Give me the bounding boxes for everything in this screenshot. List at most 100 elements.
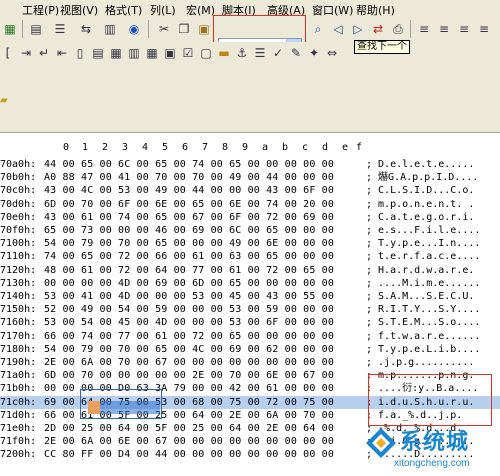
hex-row[interactable]: 70a0h: 44 00 65 00 6C 00 65 00 74 00 65 0…: [0, 158, 500, 171]
row-ascii[interactable]: ; ....M.i.m.e......: [366, 277, 500, 290]
hex-row[interactable]: 70c0h: 43 00 4C 00 53 00 49 00 44 00 00 0…: [0, 184, 500, 197]
excel-icon[interactable]: ▦: [2, 21, 18, 37]
justify-icon[interactable]: ≡: [476, 21, 492, 37]
row-ascii[interactable]: ; f.t.w.a.r.e......: [366, 330, 500, 343]
compare-icon[interactable]: ⇔: [324, 45, 340, 61]
indent-icon[interactable]: ⇥: [18, 45, 34, 61]
menu-macro[interactable]: 宏(M): [186, 2, 215, 18]
row-bytes[interactable]: 2D 00 25 00 64 00 5F 00 25 00 64 00 2E 0…: [44, 422, 364, 435]
menu-help[interactable]: 帮助(H): [356, 2, 395, 18]
find-icon[interactable]: ⌕: [310, 21, 326, 37]
document-icon[interactable]: ▤: [28, 21, 44, 37]
row-bytes[interactable]: 66 00 61 00 5F 00 25 00 64 00 2E 00 6A 0…: [44, 409, 364, 422]
paste-icon[interactable]: ▣: [196, 21, 212, 37]
copy-icon[interactable]: ❐: [176, 21, 192, 37]
row-ascii[interactable]: ; e.s...F.i.l.e....: [366, 224, 500, 237]
format-icon[interactable]: ⇤: [54, 45, 70, 61]
table-icon[interactable]: ▥: [126, 45, 142, 61]
row-ascii[interactable]: ; f.a._%.d..j.p.: [366, 409, 500, 422]
row-ascii[interactable]: ; T.y.p.e...I.n....: [366, 237, 500, 250]
hex-icon[interactable]: ▤: [90, 45, 106, 61]
row-ascii[interactable]: ; H.a.r.d.w.a.r.e.: [366, 264, 500, 277]
row-bytes[interactable]: CC 80 FF 00 D4 00 44 00 00 00 00 00 00 0…: [44, 448, 364, 461]
row-bytes[interactable]: 53 00 54 00 45 00 4D 00 00 00 53 00 6F 0…: [44, 316, 364, 329]
bracket-icon[interactable]: [: [0, 45, 16, 61]
row-ascii[interactable]: ; ....衍:y..B.a....: [366, 382, 500, 395]
hex-row[interactable]: 7140h: 53 00 41 00 4D 00 00 00 53 00 45 0…: [0, 290, 500, 303]
globe-icon[interactable]: ◉: [126, 21, 142, 37]
lines-icon[interactable]: ☰: [252, 45, 268, 61]
wordwrap-icon[interactable]: ↵: [36, 45, 52, 61]
spellcheck-icon[interactable]: ✎: [288, 45, 304, 61]
find-previous-icon[interactable]: ◁: [330, 21, 346, 37]
column-icon[interactable]: ▥: [102, 21, 118, 37]
hex-row[interactable]: 7190h: 2E 00 6A 00 70 00 67 00 00 00 00 0…: [0, 356, 500, 369]
row-bytes[interactable]: 66 00 74 00 77 00 61 00 72 00 65 00 00 0…: [44, 330, 364, 343]
row-bytes[interactable]: 54 00 79 00 70 00 65 00 00 00 49 00 6E 0…: [44, 237, 364, 250]
row-bytes[interactable]: 69 00 64 00 75 00 53 00 68 00 75 00 72 0…: [44, 396, 364, 409]
row-bytes[interactable]: A0 88 47 00 41 00 70 00 70 00 49 00 44 0…: [44, 171, 364, 184]
menu-column[interactable]: 列(L): [150, 2, 176, 18]
row-bytes[interactable]: 52 00 49 00 54 00 59 00 00 00 53 00 59 0…: [44, 303, 364, 316]
find-next-icon[interactable]: ▷: [350, 21, 366, 37]
hex-row[interactable]: 71d0h: 66 00 61 00 5F 00 25 00 64 00 2E 0…: [0, 409, 500, 422]
align-left-icon[interactable]: ≡: [416, 21, 432, 37]
row-ascii[interactable]: ; D.e.l.e.t.e.....: [366, 158, 500, 171]
menu-advanced[interactable]: 高级(A): [267, 2, 305, 18]
wrap-icon[interactable]: ⇆: [78, 21, 94, 37]
cut-icon[interactable]: ✂: [156, 21, 172, 37]
row-bytes[interactable]: 2E 00 6A 00 70 00 67 00 00 00 00 00 00 0…: [44, 356, 364, 369]
row-bytes[interactable]: 2E 00 6A 00 6E 00 67 00 00 00 00 00 00 0…: [44, 435, 364, 448]
row-ascii[interactable]: ; C.a.t.e.g.o.r.i.: [366, 211, 500, 224]
print-icon[interactable]: ⎙: [390, 21, 406, 37]
row-ascii[interactable]: ; m.p.......p.n.g.: [366, 369, 500, 382]
row-ascii[interactable]: ; T.y.p.e.L.i.b....: [366, 343, 500, 356]
row-bytes[interactable]: 53 00 41 00 4D 00 00 00 53 00 45 00 43 0…: [44, 290, 364, 303]
checkbox-icon[interactable]: ☑: [180, 45, 196, 61]
row-ascii[interactable]: ; t.e.r.f.a.c.e....: [366, 250, 500, 263]
row-bytes[interactable]: 54 00 79 00 70 00 65 00 4C 00 69 00 62 0…: [44, 343, 364, 356]
row-ascii[interactable]: ; S.A.M...S.E.C.U.: [366, 290, 500, 303]
replace-icon[interactable]: ⇄: [370, 21, 386, 37]
hex-row[interactable]: 7100h: 54 00 79 00 70 00 65 00 00 00 49 0…: [0, 237, 500, 250]
list-icon[interactable]: ☰: [52, 21, 68, 37]
row-bytes[interactable]: 65 00 73 00 00 00 46 00 69 00 6C 00 65 0…: [44, 224, 364, 237]
hex-row[interactable]: 70e0h: 43 00 61 00 74 00 65 00 67 00 6F 0…: [0, 211, 500, 224]
hex-row[interactable]: 70f0h: 65 00 73 00 00 00 46 00 69 00 6C 0…: [0, 224, 500, 237]
hex-row[interactable]: 7170h: 66 00 74 00 77 00 61 00 72 00 65 0…: [0, 330, 500, 343]
row-ascii[interactable]: ; R.I.T.Y...S.Y....: [366, 303, 500, 316]
hex-row[interactable]: 7120h: 48 00 61 00 72 00 64 00 77 00 61 0…: [0, 264, 500, 277]
row-bytes[interactable]: 6D 00 70 00 00 00 00 00 2E 00 70 00 6E 0…: [44, 369, 364, 382]
hex-row[interactable]: 7110h: 74 00 65 00 72 00 66 00 61 00 63 0…: [0, 250, 500, 263]
row-ascii[interactable]: ; i.d.u.S.h.u.r.u.: [366, 396, 500, 409]
hex-row[interactable]: 70d0h: 6D 00 70 00 6F 00 6E 00 65 00 6E 0…: [0, 198, 500, 211]
row-bytes[interactable]: 43 00 61 00 74 00 65 00 67 00 6F 00 72 0…: [44, 211, 364, 224]
row-bytes[interactable]: 00 00 00 00 4D 00 69 00 6D 00 65 00 00 0…: [44, 277, 364, 290]
text-tools-icon[interactable]: ✦: [306, 45, 322, 61]
row-bytes[interactable]: 6D 00 70 00 6F 00 6E 00 65 00 6E 00 74 0…: [44, 198, 364, 211]
menu-view[interactable]: 视图(V): [60, 2, 98, 18]
row-bytes[interactable]: 74 00 65 00 72 00 66 00 61 00 63 00 65 0…: [44, 250, 364, 263]
window-icon[interactable]: ▢: [198, 45, 214, 61]
folder-icon[interactable]: ▰: [0, 95, 8, 106]
hex-row[interactable]: 7150h: 52 00 49 00 54 00 59 00 00 00 53 0…: [0, 303, 500, 316]
hex-row[interactable]: 70b0h: A0 88 47 00 41 00 70 00 70 00 49 0…: [0, 171, 500, 184]
row-bytes[interactable]: 43 00 4C 00 53 00 49 00 44 00 00 00 43 0…: [44, 184, 364, 197]
align-right-icon[interactable]: ≡: [456, 21, 472, 37]
row-ascii[interactable]: ; C.L.S.I.D...C.o.: [366, 184, 500, 197]
hex-row[interactable]: 71a0h: 6D 00 70 00 00 00 00 00 2E 00 70 0…: [0, 369, 500, 382]
hex-row[interactable]: 7180h: 54 00 79 00 70 00 65 00 4C 00 69 0…: [0, 343, 500, 356]
columns-icon[interactable]: ▯: [72, 45, 88, 61]
menu-window[interactable]: 窗口(W): [312, 2, 353, 18]
row-bytes[interactable]: 44 00 65 00 6C 00 65 00 74 00 65 00 00 0…: [44, 158, 364, 171]
abc-icon[interactable]: ✓: [270, 45, 286, 61]
row-ascii[interactable]: ; m.p.o.n.e.n.t. .: [366, 198, 500, 211]
hex-row[interactable]: 7160h: 53 00 54 00 45 00 4D 00 00 00 53 0…: [0, 316, 500, 329]
row-ascii[interactable]: ; S.T.E.M...S.o....: [366, 316, 500, 329]
menu-format[interactable]: 格式(T): [105, 2, 142, 18]
hex-row[interactable]: 71c0h: 69 00 64 00 75 00 53 00 68 00 75 0…: [0, 395, 500, 409]
row-bytes[interactable]: 00 00 00 00 D0 63 3A 79 00 00 42 00 61 0…: [44, 382, 364, 395]
hex-row[interactable]: 7130h: 00 00 00 00 4D 00 69 00 6D 00 65 0…: [0, 277, 500, 290]
anchor-icon[interactable]: ⚓: [234, 45, 250, 61]
layout-icon[interactable]: ▣: [162, 45, 178, 61]
